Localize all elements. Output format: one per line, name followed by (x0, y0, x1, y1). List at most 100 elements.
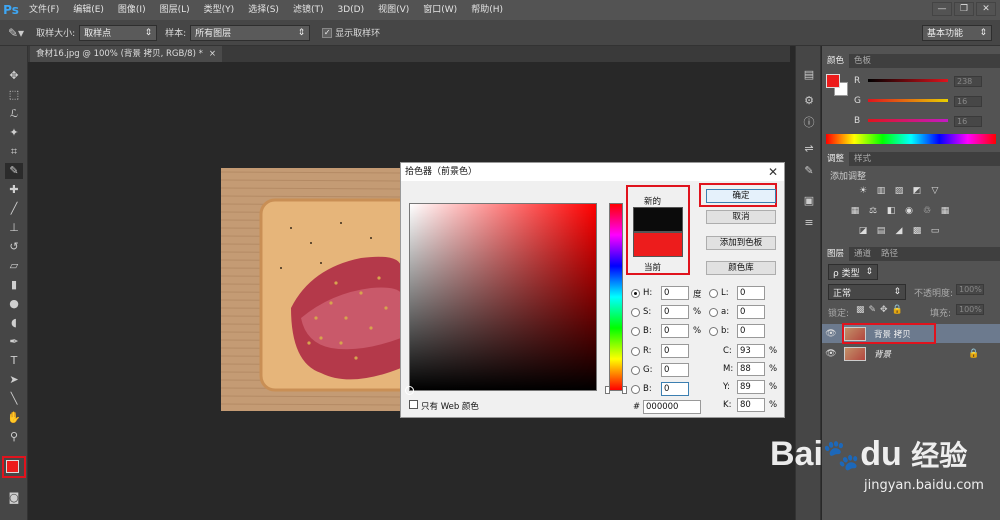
brightness-radio[interactable] (631, 327, 640, 336)
g-value[interactable]: 16 (954, 96, 982, 107)
adjust-panel-icon[interactable]: ⇌ (802, 142, 816, 156)
gradientmap-adj-icon[interactable]: ▭ (930, 226, 940, 236)
blend-mode-select[interactable]: 正常 ⇕ (828, 284, 906, 300)
saturation-brightness-field[interactable] (405, 203, 597, 395)
opacity-input[interactable]: 100% (956, 284, 984, 295)
cancel-button[interactable]: 取消 (706, 210, 776, 224)
lab-a-input[interactable]: 0 (737, 305, 765, 319)
menu-type[interactable]: 类型(Y) (197, 0, 242, 20)
black-input[interactable]: 80 (737, 398, 765, 412)
current-color-swatch[interactable] (633, 232, 683, 257)
saturation-radio[interactable] (631, 308, 640, 317)
colorbalance-adj-icon[interactable]: ⚖ (868, 206, 878, 216)
add-swatch-button[interactable]: 添加到色板 (706, 236, 776, 250)
menu-help[interactable]: 帮助(H) (464, 0, 510, 20)
history-brush-icon[interactable]: ↺ (5, 239, 23, 255)
saturation-input[interactable]: 0 (661, 305, 689, 319)
info-panel-icon[interactable]: ⚙ (802, 94, 816, 108)
r-value[interactable]: 238 (954, 76, 982, 87)
hue-slider-right-handle[interactable] (622, 386, 627, 394)
photofilter-adj-icon[interactable]: ◉ (904, 206, 914, 216)
lab-b-radio[interactable] (709, 327, 718, 336)
gradient-tool-icon[interactable]: ▮ (5, 277, 23, 293)
threshold-adj-icon[interactable]: ◢ (894, 226, 904, 236)
invert-adj-icon[interactable]: ◪ (858, 226, 868, 236)
zoom-tool-icon[interactable]: ⚲ (5, 429, 23, 445)
quick-select-tool-icon[interactable]: ✦ (5, 125, 23, 141)
mixer-adj-icon[interactable]: ♲ (922, 206, 932, 216)
hue-radio[interactable] (631, 289, 640, 298)
panel-foreground-swatch[interactable] (826, 74, 840, 88)
foreground-color-swatch[interactable] (6, 460, 19, 473)
hex-input[interactable]: 000000 (643, 400, 701, 414)
tab-adjustments[interactable]: 调整 (822, 152, 850, 166)
menu-select[interactable]: 选择(S) (241, 0, 286, 20)
curves-adj-icon[interactable]: ▨ (894, 186, 904, 196)
red-radio[interactable] (631, 347, 640, 356)
green-radio[interactable] (631, 366, 640, 375)
minimize-button[interactable]: — (932, 2, 952, 16)
blue-input[interactable]: 0 (661, 382, 689, 396)
path-select-icon[interactable]: ➤ (5, 372, 23, 388)
hue-slider-left-handle[interactable] (605, 386, 610, 394)
move-tool-icon[interactable]: ✥ (5, 68, 23, 84)
crop-tool-icon[interactable]: ⌗ (5, 144, 23, 160)
bw-adj-icon[interactable]: ◧ (886, 206, 896, 216)
layer-row-background[interactable]: 👁 背景 🔒 (822, 344, 1000, 363)
menu-view[interactable]: 视图(V) (371, 0, 416, 20)
tab-layers[interactable]: 图层 (822, 247, 850, 261)
b-slider[interactable] (868, 119, 948, 122)
blur-tool-icon[interactable]: ● (5, 296, 23, 312)
layer-row-background-copy[interactable]: 👁 背景 拷贝 (822, 323, 1000, 344)
menu-edit[interactable]: 编辑(E) (66, 0, 111, 20)
visibility-eye-icon[interactable]: 👁 (822, 349, 840, 359)
magenta-input[interactable]: 88 (737, 362, 765, 376)
red-input[interactable]: 0 (661, 344, 689, 358)
dialog-close-icon[interactable]: ✕ (768, 165, 778, 179)
sample-select[interactable]: 所有图层 ⇕ (190, 24, 311, 41)
lookup-adj-icon[interactable]: ▦ (940, 206, 950, 216)
hsl-adj-icon[interactable]: ▦ (850, 206, 860, 216)
brightness-adj-icon[interactable]: ☀ (858, 186, 868, 196)
lab-l-input[interactable]: 0 (737, 286, 765, 300)
brightness-input[interactable]: 0 (661, 324, 689, 338)
close-button[interactable]: ✕ (976, 2, 996, 16)
r-slider[interactable] (868, 79, 948, 82)
ok-button[interactable]: 确定 (706, 189, 776, 203)
blue-radio[interactable] (631, 385, 640, 394)
document-tab[interactable]: 食材16.jpg @ 100% (背景 拷贝, RGB/8) * × (30, 46, 222, 62)
layer-filter-select[interactable]: ρ 类型 ⇕ (828, 264, 878, 280)
yellow-input[interactable]: 89 (737, 380, 765, 394)
g-slider[interactable] (868, 99, 948, 102)
color-libraries-button[interactable]: 颜色库 (706, 261, 776, 275)
tab-paths[interactable]: 路径 (876, 247, 903, 261)
hand-tool-icon[interactable]: ✋ (5, 410, 23, 426)
stamp-tool-icon[interactable]: ⊥ (5, 220, 23, 236)
canvas-image[interactable] (221, 168, 401, 411)
b-value[interactable]: 16 (954, 116, 982, 127)
workspace-select[interactable]: 基本功能 ⇕ (922, 24, 992, 41)
lab-a-radio[interactable] (709, 308, 718, 317)
quick-mask-icon[interactable]: ◙ (5, 490, 23, 506)
selective-adj-icon[interactable]: ▩ (912, 226, 922, 236)
hue-input[interactable]: 0 (661, 286, 689, 300)
document-panel-icon[interactable]: ▣ (802, 194, 816, 208)
hue-slider[interactable] (605, 203, 627, 394)
tab-swatches[interactable]: 色板 (849, 54, 876, 68)
lock-icons[interactable]: ▩✎✥🔒 (856, 305, 907, 315)
color-spectrum-bar[interactable] (826, 134, 996, 144)
restore-button[interactable]: ❐ (954, 2, 974, 16)
brush-tool-icon[interactable]: ╱ (5, 201, 23, 217)
marquee-tool-icon[interactable]: ⬚ (5, 87, 23, 103)
menu-file[interactable]: 文件(F) (22, 0, 66, 20)
eraser-tool-icon[interactable]: ▱ (5, 258, 23, 274)
paragraph-panel-icon[interactable]: ≡ (802, 216, 816, 230)
line-tool-icon[interactable]: ╲ (5, 391, 23, 407)
tab-styles[interactable]: 样式 (849, 152, 876, 166)
tab-channels[interactable]: 通道 (849, 247, 876, 261)
lasso-tool-icon[interactable]: ℒ (5, 106, 23, 122)
menu-window[interactable]: 窗口(W) (416, 0, 464, 20)
healing-tool-icon[interactable]: ✚ (5, 182, 23, 198)
show-ring-checkbox[interactable]: ✓ (322, 27, 333, 38)
sample-size-select[interactable]: 取样点 ⇕ (79, 24, 158, 41)
